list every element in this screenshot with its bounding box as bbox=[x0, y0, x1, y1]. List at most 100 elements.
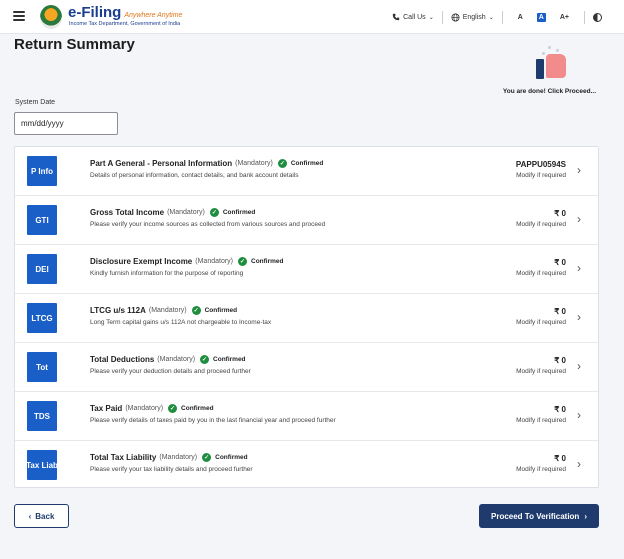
chevron-right-icon[interactable]: › bbox=[577, 457, 581, 471]
row-title: Part A General - Personal Information bbox=[90, 159, 233, 168]
modify-link[interactable]: Modify if required bbox=[516, 417, 566, 424]
hamburger-menu-icon[interactable] bbox=[13, 11, 25, 21]
row-value: ₹ 0 bbox=[554, 209, 566, 218]
status-confirmed: Confirmed bbox=[204, 307, 238, 314]
modify-link[interactable]: Modify if required bbox=[516, 319, 566, 326]
language-selector[interactable]: English ⌄ bbox=[451, 12, 494, 22]
row-description: Please verify your deduction details and… bbox=[90, 368, 251, 375]
efiling-logo[interactable]: e-Filing Anywhere Anytime bbox=[68, 4, 182, 21]
row-title: Gross Total Income bbox=[90, 208, 165, 217]
mandatory-label: (Mandatory) bbox=[159, 454, 198, 461]
row-title-line: Disclosure Exempt Income (Mandatory) ✓ C… bbox=[90, 257, 284, 266]
summary-row-personal-info[interactable]: P Info Part A General - Personal Informa… bbox=[15, 147, 598, 196]
logo-subtitle: Income Tax Department, Government of Ind… bbox=[69, 21, 181, 27]
check-circle-icon: ✓ bbox=[209, 208, 219, 217]
check-circle-icon: ✓ bbox=[168, 404, 178, 413]
chevron-down-icon: ⌄ bbox=[488, 14, 494, 21]
row-description: Please verify your income sources as col… bbox=[90, 221, 326, 228]
mandatory-label: (Mandatory) bbox=[195, 258, 233, 265]
section-badge: LTCG bbox=[27, 303, 57, 333]
phone-icon bbox=[392, 13, 400, 21]
row-title: Total Deductions bbox=[90, 355, 155, 364]
check-circle-icon: ✓ bbox=[200, 355, 210, 364]
row-value: PAPPU0594S bbox=[515, 160, 566, 169]
chevron-right-icon[interactable]: › bbox=[577, 261, 581, 275]
done-illustration: You are done! Click Proceed... bbox=[486, 46, 596, 96]
row-title-line: Gross Total Income (Mandatory) ✓ Confirm… bbox=[90, 208, 255, 217]
chevron-right-icon[interactable]: › bbox=[577, 408, 581, 422]
divider bbox=[501, 10, 503, 24]
call-us-button[interactable]: Call Us ⌄ bbox=[392, 13, 434, 21]
check-circle-icon: ✓ bbox=[238, 257, 247, 266]
section-badge: GTI bbox=[27, 205, 57, 235]
logo-title: e-Filing bbox=[68, 4, 122, 21]
row-description: Details of personal information, contact… bbox=[90, 172, 299, 179]
chevron-right-icon: › bbox=[584, 511, 587, 521]
summary-row-total-deductions[interactable]: Tot Total Deductions (Mandatory) ✓ Confi… bbox=[15, 343, 598, 392]
proceed-label: Proceed To Verification bbox=[491, 511, 580, 521]
page-title: Return Summary bbox=[14, 36, 135, 53]
section-badge: Tot bbox=[27, 352, 57, 382]
chevron-right-icon[interactable]: › bbox=[577, 163, 581, 177]
summary-card: P Info Part A General - Personal Informa… bbox=[14, 146, 599, 488]
row-title: Tax Paid bbox=[90, 404, 123, 413]
status-confirmed: Confirmed bbox=[290, 160, 324, 167]
language-label: English bbox=[462, 13, 486, 21]
chevron-right-icon[interactable]: › bbox=[577, 212, 581, 226]
status-confirmed: Confirmed bbox=[215, 454, 248, 461]
font-decrease-button[interactable]: A bbox=[518, 14, 523, 21]
globe-icon bbox=[451, 12, 460, 22]
chevron-right-icon[interactable]: › bbox=[577, 359, 581, 373]
chevron-down-icon: ⌄ bbox=[428, 14, 434, 21]
emblem-logo-icon bbox=[40, 5, 62, 29]
modify-link[interactable]: Modify if required bbox=[516, 270, 566, 277]
check-circle-icon: ✓ bbox=[277, 159, 287, 168]
summary-row-disclosure-exempt-income[interactable]: DEI Disclosure Exempt Income (Mandatory)… bbox=[15, 245, 598, 294]
summary-row-tax-paid[interactable]: TDS Tax Paid (Mandatory) ✓ Confirmed Ple… bbox=[15, 392, 598, 441]
chevron-left-icon: ‹ bbox=[28, 511, 32, 521]
mandatory-label: (Mandatory) bbox=[157, 356, 196, 363]
back-button[interactable]: ‹ Back bbox=[14, 504, 69, 528]
section-badge: P Info bbox=[27, 156, 57, 186]
done-message: You are done! Click Proceed... bbox=[502, 88, 596, 95]
divider bbox=[441, 10, 443, 24]
check-circle-icon: ✓ bbox=[202, 453, 212, 462]
thumbs-up-icon bbox=[536, 46, 576, 82]
top-navigation-bar: e-Filing Anywhere Anytime Income Tax Depa… bbox=[0, 0, 624, 34]
status-confirmed: Confirmed bbox=[222, 209, 256, 216]
mandatory-label: (Mandatory) bbox=[125, 405, 164, 412]
row-value: ₹ 0 bbox=[554, 356, 566, 365]
row-title-line: Part A General - Personal Information (M… bbox=[90, 159, 323, 168]
summary-row-ltcg[interactable]: LTCG LTCG u/s 112A (Mandatory) ✓ Confirm… bbox=[15, 294, 598, 343]
row-value: ₹ 0 bbox=[554, 405, 566, 414]
row-title: Disclosure Exempt Income bbox=[90, 257, 193, 266]
call-us-label: Call Us bbox=[403, 13, 426, 21]
font-increase-button[interactable]: A+ bbox=[560, 14, 569, 21]
row-title-line: Tax Paid (Mandatory) ✓ Confirmed bbox=[90, 404, 214, 413]
summary-row-gross-total-income[interactable]: GTI Gross Total Income (Mandatory) ✓ Con… bbox=[15, 196, 598, 245]
modify-link[interactable]: Modify if required bbox=[516, 172, 566, 179]
status-confirmed: Confirmed bbox=[181, 405, 214, 412]
row-value: ₹ 0 bbox=[554, 258, 566, 267]
row-value: ₹ 0 bbox=[554, 454, 566, 463]
row-description: Long Term capital gains u/s 112A not cha… bbox=[90, 319, 272, 326]
system-date-label: System Date bbox=[15, 99, 56, 106]
contrast-icon[interactable] bbox=[593, 12, 602, 22]
modify-link[interactable]: Modify if required bbox=[516, 368, 566, 375]
system-date-input[interactable] bbox=[14, 112, 118, 135]
logo-tagline: Anywhere Anytime bbox=[124, 12, 183, 19]
section-badge: DEI bbox=[27, 254, 57, 284]
divider bbox=[584, 10, 585, 24]
status-confirmed: Confirmed bbox=[251, 258, 284, 265]
mandatory-label: (Mandatory) bbox=[167, 209, 205, 216]
summary-row-total-tax-liability[interactable]: Tax Liab Total Tax Liability (Mandatory)… bbox=[15, 441, 598, 490]
check-circle-icon: ✓ bbox=[191, 306, 201, 315]
modify-link[interactable]: Modify if required bbox=[516, 221, 566, 228]
status-confirmed: Confirmed bbox=[213, 356, 246, 363]
row-title: LTCG u/s 112A bbox=[90, 306, 146, 315]
font-normal-button[interactable]: A bbox=[536, 12, 546, 22]
chevron-right-icon[interactable]: › bbox=[577, 310, 581, 324]
modify-link[interactable]: Modify if required bbox=[516, 466, 566, 473]
proceed-to-verification-button[interactable]: Proceed To Verification › bbox=[479, 504, 599, 528]
mandatory-label: (Mandatory) bbox=[148, 307, 187, 314]
